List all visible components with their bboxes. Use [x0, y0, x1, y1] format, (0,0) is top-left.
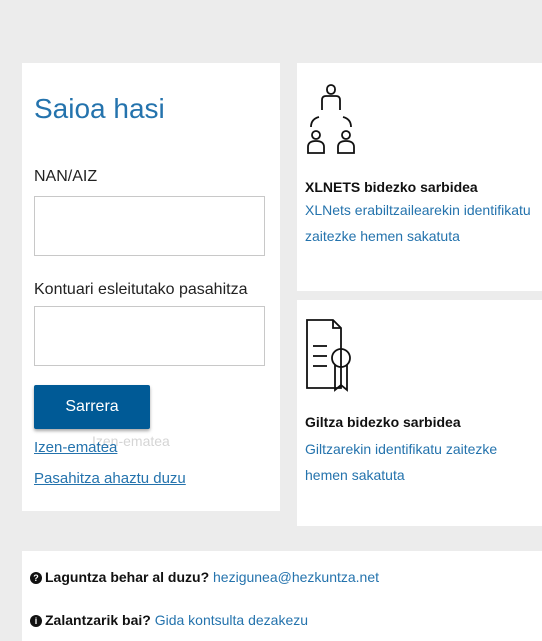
login-panel: Saioa hasi NAN/AIZ Kontuari esleitutako …: [22, 63, 280, 511]
doubts-line: i Zalantzarik bai? Gida kontsulta dezakez…: [30, 612, 308, 628]
help-panel: ? Laguntza behar al duzu? hezigunea@hezku…: [22, 551, 542, 641]
guide-link[interactable]: Gida kontsulta dezakezu: [155, 612, 308, 628]
help-question: Laguntza behar al duzu?: [45, 569, 210, 585]
id-input[interactable]: [34, 196, 265, 256]
info-circle-icon: i: [30, 615, 42, 627]
submit-button[interactable]: Sarrera: [34, 385, 150, 429]
register-link[interactable]: Izen-ematea: [34, 439, 117, 456]
doubts-question: Zalantzarik bai?: [45, 612, 151, 628]
certificate-icon: [306, 319, 351, 392]
help-line: ? Laguntza behar al duzu? hezigunea@hezku…: [30, 569, 379, 585]
id-label: NAN/AIZ: [34, 168, 98, 185]
forgot-password-link[interactable]: Pasahitza ahaztu duzu: [34, 470, 186, 487]
xlnets-link[interactable]: XLNets erabiltzailearekin identifikatu z…: [305, 197, 535, 249]
help-email-link[interactable]: hezigunea@hezkuntza.net: [213, 569, 379, 585]
xlnets-panel[interactable]: XLNETS bidezko sarbidea XLNets erabiltza…: [297, 63, 542, 291]
password-input[interactable]: [34, 306, 265, 366]
user-network-icon: [307, 84, 355, 154]
login-title: Saioa hasi: [34, 93, 165, 124]
giltza-link[interactable]: Giltzarekin identifikatu zaitezke hemen …: [305, 436, 535, 488]
giltza-title: Giltza bidezko sarbidea: [305, 414, 461, 430]
question-circle-icon: ?: [30, 572, 42, 584]
password-label: Kontuari esleitutako pasahitza: [34, 281, 248, 298]
giltza-panel[interactable]: Giltza bidezko sarbidea Giltzarekin iden…: [297, 300, 542, 526]
xlnets-title: XLNETS bidezko sarbidea: [305, 179, 478, 195]
